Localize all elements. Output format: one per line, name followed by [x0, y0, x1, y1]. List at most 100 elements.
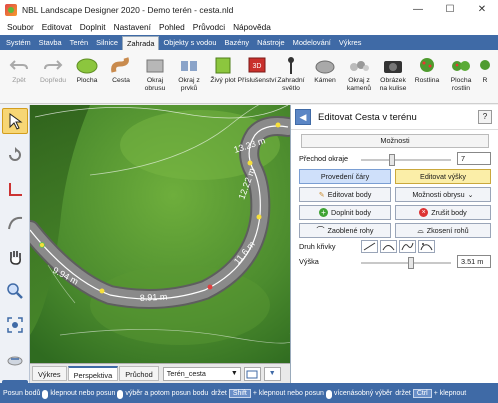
- path-control-point[interactable]: [39, 242, 45, 248]
- more-icon: [474, 55, 496, 75]
- menu-pohled[interactable]: Pohled: [155, 22, 189, 32]
- view-dropdown-button[interactable]: ▼: [263, 366, 281, 381]
- height-input[interactable]: 3.51 m: [457, 255, 491, 268]
- stone-edge-button[interactable]: Okraj z kamenů: [342, 50, 376, 103]
- tab-system[interactable]: Systém: [2, 36, 35, 50]
- curve-type-spline-button[interactable]: [399, 240, 416, 253]
- chamfer-corners-button[interactable]: ⌓ Zkosení rohů: [395, 223, 491, 238]
- path-control-point[interactable]: [256, 214, 262, 220]
- stone-label: Kámen: [314, 77, 336, 84]
- tab-teren[interactable]: Terén: [66, 36, 93, 50]
- tab-stavba[interactable]: Stavba: [35, 36, 66, 50]
- menu-editovat[interactable]: Editovat: [38, 22, 76, 32]
- tab-zahrada[interactable]: Zahrada: [121, 36, 160, 50]
- orbit-icon[interactable]: [2, 346, 28, 372]
- curve-type-arc-button[interactable]: [380, 240, 397, 253]
- app-logo-icon: [5, 3, 17, 16]
- stone-edge-label: Okraj z kamenů: [346, 77, 372, 92]
- status-hint: výběr a potom posun bodu: [125, 389, 209, 397]
- menu-soubor[interactable]: Soubor: [3, 22, 38, 32]
- rotate-icon[interactable]: [2, 142, 28, 168]
- menu-doplnit[interactable]: Doplnit: [76, 22, 110, 32]
- chevron-down-icon: ▼: [230, 369, 238, 377]
- scene-select[interactable]: Terén_cesta ▼: [162, 366, 241, 381]
- path-control-point[interactable]: [99, 288, 105, 294]
- tab-pruchod[interactable]: Průchod: [119, 366, 159, 381]
- zoom-fit-icon[interactable]: [2, 312, 28, 338]
- garden-light-label: Zahradní světlo: [277, 77, 305, 92]
- edit-points-label: Editovat body: [327, 190, 372, 199]
- height-slider-thumb[interactable]: [408, 257, 414, 269]
- help-button[interactable]: ?: [478, 110, 492, 124]
- round-corners-button[interactable]: ⌒ Zaoblené rohy: [299, 223, 391, 238]
- back-icon[interactable]: ◀: [295, 109, 311, 125]
- left-tool-strip: [0, 105, 30, 403]
- status-hint: vícenásobný výběr: [333, 389, 393, 397]
- pan-hand-icon[interactable]: [2, 244, 28, 270]
- minimize-icon[interactable]: —: [402, 0, 434, 19]
- path-control-point[interactable]: [275, 122, 281, 128]
- curve-type-bezier-button[interactable]: [418, 240, 435, 253]
- accessories-button[interactable]: 3D Příslušenství: [237, 50, 277, 103]
- menu-nastaveni[interactable]: Nastavení: [110, 22, 155, 32]
- area-button[interactable]: Plocha: [70, 50, 104, 103]
- curb-icon: [144, 55, 166, 75]
- edit-points-button[interactable]: ✎ Editovat body: [299, 187, 391, 202]
- corner-icon[interactable]: [2, 176, 28, 202]
- menu-napoveda[interactable]: Nápověda: [229, 22, 275, 32]
- round-corners-label: Zaoblené rohy: [327, 226, 374, 235]
- curb-button[interactable]: Okraj obrusu: [138, 50, 172, 103]
- svg-text:3D: 3D: [253, 63, 262, 70]
- height-slider[interactable]: [361, 257, 451, 269]
- chevron-down-icon: ▼: [268, 370, 276, 377]
- undo-button[interactable]: Zpět: [2, 50, 36, 103]
- perspective-viewport[interactable]: 13.23 m 12.22 m 11.6 m 8.91 m 9.94 m: [30, 105, 290, 363]
- tab-nastroje[interactable]: Nástroje: [253, 36, 289, 50]
- tab-silnice[interactable]: Silnice: [92, 36, 122, 50]
- tab-vykres-view[interactable]: Výkres: [32, 366, 67, 381]
- tab-vykres[interactable]: Výkres: [335, 36, 366, 50]
- garden-light-button[interactable]: Zahradní světlo: [274, 50, 308, 103]
- hedge-button[interactable]: Živý plot: [206, 50, 240, 103]
- edge-elements-button[interactable]: Okraj z prvků: [172, 50, 206, 103]
- plant-button[interactable]: Rostlina: [410, 50, 444, 103]
- zoom-in-icon[interactable]: [2, 278, 28, 304]
- stone-button[interactable]: Kámen: [308, 50, 342, 103]
- plant-area-button[interactable]: Plocha rostlin: [444, 50, 478, 103]
- hedge-icon: [212, 55, 234, 75]
- redo-icon: [42, 55, 64, 75]
- edge-transition-slider-thumb[interactable]: [389, 154, 395, 166]
- backdrop-image-button[interactable]: Obrázek na kulise: [376, 50, 410, 103]
- accessories-label: Příslušenství: [237, 77, 277, 84]
- path-control-point[interactable]: [207, 284, 213, 290]
- tab-modelovani[interactable]: Modelování: [289, 36, 335, 50]
- add-points-button[interactable]: + Doplnit body: [299, 205, 391, 220]
- maximize-icon[interactable]: ☐: [434, 0, 466, 19]
- line-style-button[interactable]: Provedení čáry: [299, 169, 391, 184]
- select-arrow-icon[interactable]: [2, 108, 28, 134]
- round-corner-icon: ⌒: [316, 226, 325, 235]
- curve-type-straight-button[interactable]: [361, 240, 378, 253]
- close-icon[interactable]: ✕: [466, 0, 498, 19]
- tab-perspektiva[interactable]: Perspektiva: [67, 366, 119, 381]
- segment-length-label: 8.91 m: [140, 292, 168, 303]
- curve-icon[interactable]: [2, 210, 28, 236]
- menu-pruvodci[interactable]: Průvodci: [189, 22, 229, 32]
- redo-button[interactable]: Dopředu: [36, 50, 70, 103]
- remove-points-button[interactable]: × Zrušit body: [395, 205, 491, 220]
- scene-select-value: Terén_cesta: [166, 368, 206, 378]
- more-tools-button[interactable]: R: [478, 50, 492, 103]
- path-button[interactable]: Cesta: [104, 50, 138, 103]
- options-section-header[interactable]: Možnosti: [301, 134, 489, 148]
- shape-options-dropdown[interactable]: Možnosti obrysu ⌄: [395, 187, 491, 202]
- mouse-icon: [117, 389, 124, 399]
- camera-view-button[interactable]: [243, 366, 261, 381]
- edit-heights-button[interactable]: Editovat výšky: [395, 169, 491, 184]
- path-control-point[interactable]: [247, 160, 253, 166]
- edge-transition-slider[interactable]: [361, 154, 451, 166]
- undo-label: Zpět: [12, 77, 26, 84]
- curb-label: Okraj obrusu: [144, 77, 166, 92]
- tab-bazeny[interactable]: Bazény: [220, 36, 253, 50]
- edge-transition-input[interactable]: 7: [457, 152, 491, 165]
- tab-objekty-s-vodou[interactable]: Objekty s vodou: [159, 36, 220, 50]
